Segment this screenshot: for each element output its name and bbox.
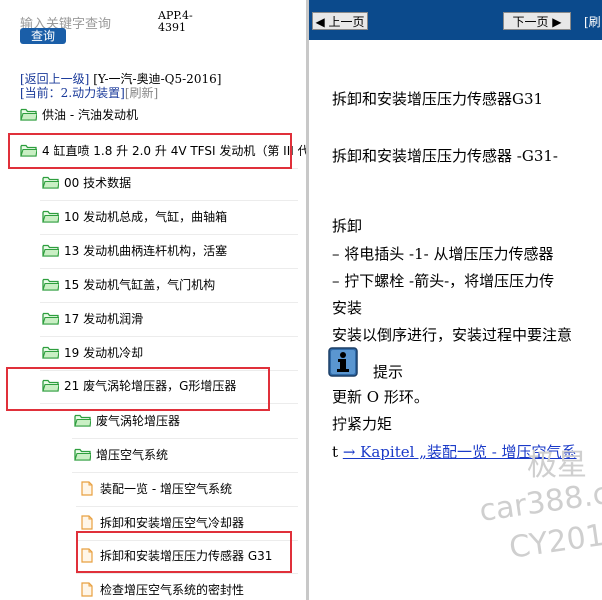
tree-item-label: 19 发动机冷却	[64, 346, 144, 360]
left-arrow-icon: ◀	[315, 15, 325, 29]
remove-step-1: – 将电插头 -1- 从增压压力传感器	[332, 245, 554, 263]
doc-subtitle: 拆卸和安装增压压力传感器 -G31-	[332, 147, 558, 165]
row-separator	[72, 472, 298, 473]
right-arrow-icon: ▶	[552, 15, 562, 29]
refresh-link[interactable]: [刷新]	[125, 86, 158, 100]
tree-item-label: 增压空气系统	[96, 448, 169, 462]
toolbar: ◀ 上一页 下一页 ▶ [刷	[309, 0, 602, 40]
link-prefix: t	[332, 443, 339, 461]
left-pane: 输入关键字查询 查询 APP.4-4391 [返回上一级] [Y-一汽-奥迪-Q…	[0, 0, 306, 600]
install-heading: 安装	[332, 299, 363, 317]
app-version: APP.4-4391	[158, 9, 193, 34]
current-location: [当前：2.动力装置]	[20, 86, 125, 100]
tree-item-label: 供油 - 汽油发动机	[42, 108, 138, 122]
row-separator	[40, 268, 298, 269]
tree-item-label: 15 发动机气缸盖，气门机构	[64, 278, 216, 292]
row-separator	[40, 302, 298, 303]
remove-step-2: – 拧下螺栓 -箭头-，将增压压力传	[332, 272, 555, 290]
search-button[interactable]: 查询	[20, 28, 66, 44]
tree-item-label: 13 发动机曲柄连杆机构，活塞	[64, 244, 228, 258]
prev-page-label: 上一页	[328, 15, 365, 29]
tree-item-label: 废气涡轮增压器	[96, 414, 181, 428]
right-pane: ◀ 上一页 下一页 ▶ [刷 拆卸和安装增压压力传感器G31 拆卸和安装增压压力…	[309, 0, 602, 600]
row-separator	[40, 234, 298, 235]
breadcrumb: [返回上一级] [Y-一汽-奥迪-Q5-2016] [当前：2.动力装置][刷新…	[20, 72, 221, 100]
install-text: 安装以倒序进行，安装过程中要注意	[332, 326, 573, 344]
info-icon	[328, 347, 358, 377]
row-separator	[76, 573, 298, 574]
row-separator	[72, 438, 298, 439]
refresh-link-top[interactable]: [刷	[584, 13, 601, 30]
tree-item-label: 检查增压空气系统的密封性	[100, 583, 245, 597]
prev-page-button[interactable]: ◀ 上一页	[312, 12, 368, 30]
tree-item-label: 17 发动机润滑	[64, 312, 144, 326]
tree-item-label: 拆卸和安装增压空气冷却器	[100, 516, 245, 530]
hint-label: 提示	[373, 363, 404, 381]
tree-item-label: 10 发动机总成，气缸，曲轴箱	[64, 210, 228, 224]
remove-heading: 拆卸	[332, 217, 363, 235]
row-separator	[40, 336, 298, 337]
replace-text: 更新 O 形环。	[332, 388, 429, 406]
highlight-box-turbo	[6, 367, 270, 411]
highlight-box-sensor	[76, 531, 292, 573]
row-separator	[40, 200, 298, 201]
row-separator	[76, 506, 298, 507]
next-page-label: 下一页	[512, 15, 549, 29]
next-page-button[interactable]: 下一页 ▶	[503, 12, 571, 30]
watermark-text: 极星	[527, 448, 587, 483]
breadcrumb-path: [Y-一汽-奥迪-Q5-2016]	[93, 72, 222, 86]
doc-title: 拆卸和安装增压压力传感器G31	[332, 90, 544, 108]
tree-item-label: 装配一览 - 增压空气系统	[100, 482, 232, 496]
highlight-box-engine	[8, 133, 292, 169]
torque-heading: 拧紧力矩	[332, 415, 393, 433]
back-link[interactable]: [返回上一级]	[20, 72, 89, 86]
tree-item-label: 00 技术数据	[64, 176, 132, 190]
